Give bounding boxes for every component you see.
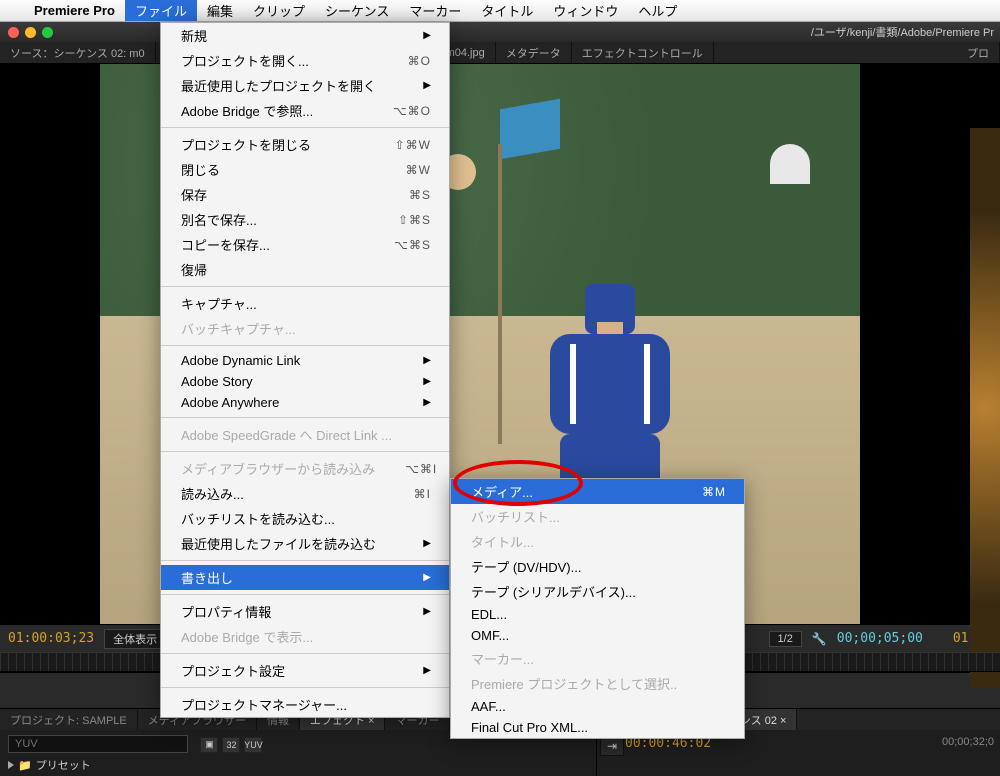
file-dropdown: 新規▶プロジェクトを開く...⌘O最近使用したプロジェクトを開く▶Adobe B… [160,22,450,718]
file-menu-item-21: メディアブラウザーから読み込み⌥⌘I [161,456,449,481]
file-menu-item-2[interactable]: 最近使用したプロジェクトを開く▶ [161,73,449,98]
menu-window[interactable]: ウィンドウ [543,0,628,21]
menu-help[interactable]: ヘルプ [628,0,687,21]
fit-selector[interactable]: 全体表示 [104,629,166,649]
tab-project[interactable]: プロジェクト: SAMPLE [0,709,138,730]
file-menu-item-13: バッチキャプチャ... [161,316,449,341]
file-menu-item-28[interactable]: プロパティ情報▶ [161,599,449,624]
file-menu-item-23[interactable]: バッチリストを読み込む... [161,506,449,531]
preset-label[interactable]: プリセット [36,757,91,773]
menu-file[interactable]: ファイル [125,0,197,21]
file-menu-item-16[interactable]: Adobe Story▶ [161,371,449,392]
wrench-icon[interactable]: 🔧 [812,632,827,646]
file-menu-item-19: Adobe SpeedGrade へ Direct Link ... [161,422,449,447]
file-menu-item-3[interactable]: Adobe Bridge で参照...⌥⌘O [161,98,449,123]
source-tabs: ソース：シーケンス 02: m0 m04.jpg メタデータ エフェクトコントロ… [0,42,1000,64]
file-menu-item-6[interactable]: 閉じる⌘W [161,157,449,182]
in-timecode[interactable]: 01:00:03;23 [8,631,94,646]
file-menu-item-5[interactable]: プロジェクトを閉じる⇧⌘W [161,132,449,157]
file-menu-item-9[interactable]: コピーを保存...⌥⌘S [161,232,449,257]
tab-program[interactable]: プロ [957,42,1000,63]
disclosure-icon[interactable] [8,761,14,769]
menu-edit[interactable]: 編集 [197,0,243,21]
export-menu-item-5[interactable]: EDL... [451,604,744,625]
file-menu-item-15[interactable]: Adobe Dynamic Link▶ [161,350,449,371]
file-menu-item-1[interactable]: プロジェクトを開く...⌘O [161,48,449,73]
file-menu-item-26[interactable]: 書き出し▶ [161,565,449,590]
minimize-icon[interactable] [25,27,36,38]
file-menu-item-0[interactable]: 新規▶ [161,23,449,48]
tab-effect-controls[interactable]: エフェクトコントロール [572,42,714,63]
export-menu-item-3[interactable]: テープ (DV/HDV)... [451,554,744,579]
menu-sequence[interactable]: シーケンス [315,0,399,21]
effects-search-input[interactable] [8,735,188,753]
export-menu-item-7: マーカー... [451,646,744,671]
ruler-timecode: 00;00;32;0 [942,736,994,748]
file-menu-item-12[interactable]: キャプチャ... [161,291,449,316]
export-menu-item-2: タイトル... [451,529,744,554]
export-menu-item-8: Premiere プロジェクトとして選択.. [451,671,744,696]
file-menu-item-29: Adobe Bridge で表示... [161,624,449,649]
menu-title[interactable]: タイトル [471,0,543,21]
fx-accel-icon[interactable]: ▣ [200,737,218,753]
window-path: /ユーザ/kenji/書類/Adobe/Premiere Pr [811,24,994,40]
folder-icon: 📁 [18,759,32,772]
file-menu-item-22[interactable]: 読み込み...⌘I [161,481,449,506]
export-submenu: メディア...⌘Mバッチリスト...タイトル...テープ (DV/HDV)...… [450,478,745,739]
menu-marker[interactable]: マーカー [399,0,471,21]
fx-yuv-icon[interactable]: YUV [244,737,262,753]
track-select-tool-icon[interactable]: ⇥ [600,736,624,756]
zoom-icon[interactable] [42,27,53,38]
close-icon[interactable] [8,27,19,38]
file-menu-item-10[interactable]: 復帰 [161,257,449,282]
duration-timecode[interactable]: 00;00;05;00 [837,631,923,646]
export-menu-item-1: バッチリスト... [451,504,744,529]
app-name[interactable]: Premiere Pro [24,3,125,18]
export-menu-item-6[interactable]: OMF... [451,625,744,646]
menu-clip[interactable]: クリップ [243,0,315,21]
flag-graphic [500,99,560,160]
mac-menubar: Premiere Pro ファイル 編集 クリップ シーケンス マーカー タイト… [0,0,1000,22]
tab-source[interactable]: ソース：シーケンス 02: m0 [0,42,156,63]
export-menu-item-10[interactable]: Final Cut Pro XML... [451,717,744,738]
file-menu-item-33[interactable]: プロジェクトマネージャー... [161,692,449,717]
file-menu-item-17[interactable]: Adobe Anywhere▶ [161,392,449,413]
window-titlebar: /ユーザ/kenji/書類/Adobe/Premiere Pr [0,22,1000,42]
fx-32bit-icon[interactable]: 32 [222,737,240,753]
export-menu-item-9[interactable]: AAF... [451,696,744,717]
file-menu-item-7[interactable]: 保存⌘S [161,182,449,207]
export-menu-item-4[interactable]: テープ (シリアルデバイス)... [451,579,744,604]
file-menu-item-8[interactable]: 別名で保存...⇧⌘S [161,207,449,232]
tab-metadata[interactable]: メタデータ [496,42,572,63]
resolution-selector[interactable]: 1/2 [769,631,802,647]
program-monitor-edge [970,128,1000,688]
export-menu-item-0[interactable]: メディア...⌘M [451,479,744,504]
file-menu-item-24[interactable]: 最近使用したファイルを読み込む▶ [161,531,449,556]
file-menu-item-31[interactable]: プロジェクト設定▶ [161,658,449,683]
